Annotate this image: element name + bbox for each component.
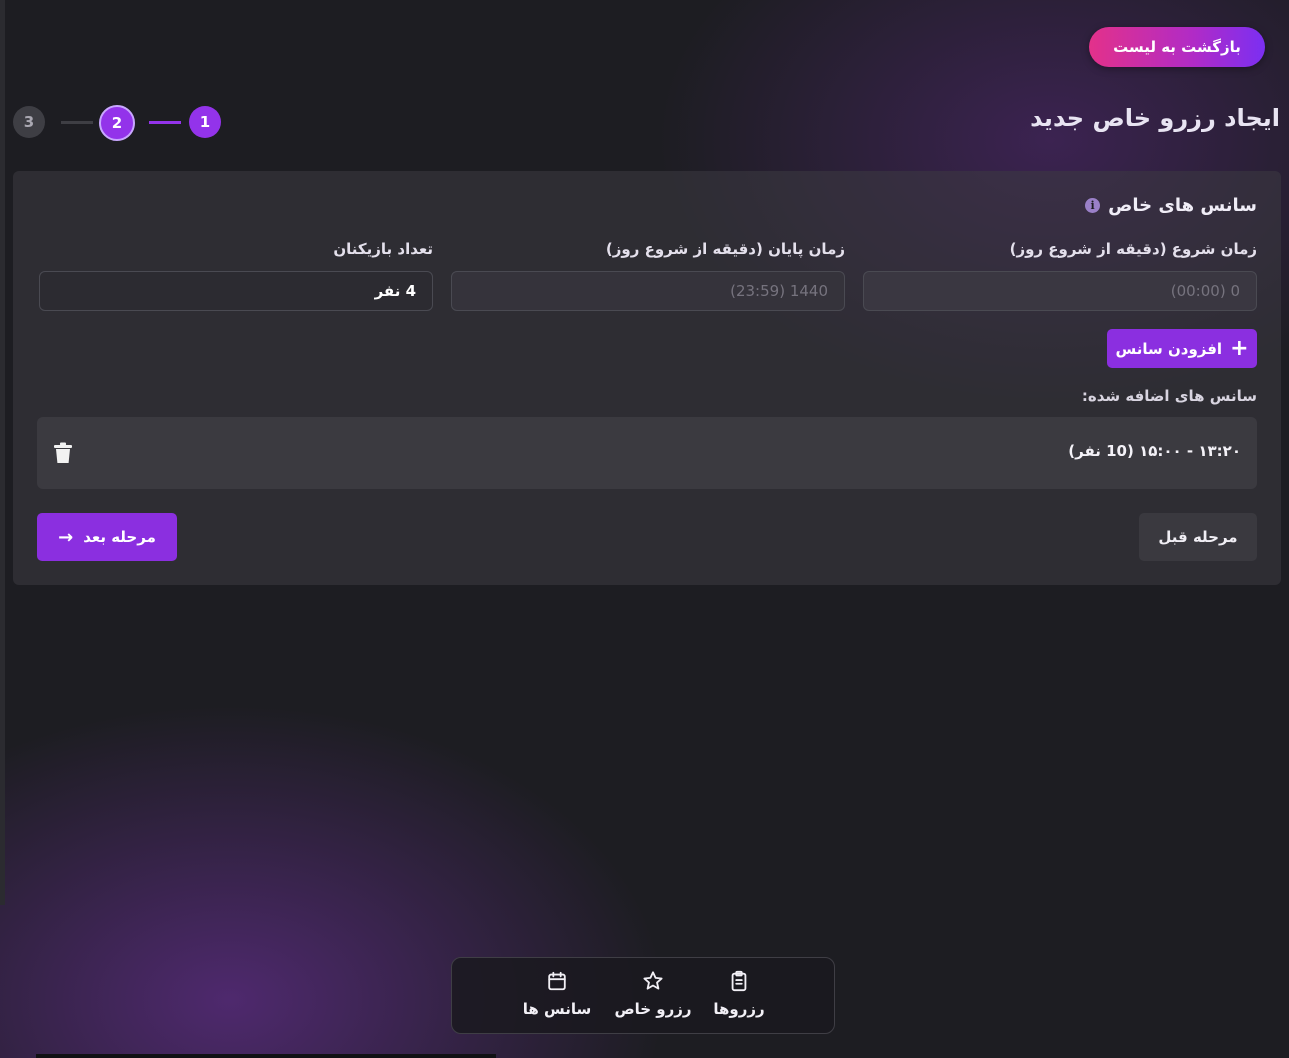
add-session-button[interactable]: + افزودن سانس <box>1107 329 1257 368</box>
players-select[interactable]: 4 نفر <box>39 271 433 311</box>
session-time-range: ۱۳:۲۰ - ۱۵:۰۰ (10 نفر) <box>1068 442 1241 460</box>
nav-item-sessions[interactable]: سانس ها <box>512 970 602 1018</box>
step-3: 3 <box>13 106 45 138</box>
next-step-button[interactable]: → مرحله بعد <box>37 513 177 561</box>
players-value: 4 نفر <box>374 282 416 300</box>
start-time-placeholder: 0 (00:00) <box>1170 282 1240 300</box>
nav-label-sessions: سانس ها <box>522 1000 592 1018</box>
page-title: ایجاد رزرو خاص جدید <box>1030 104 1280 132</box>
nav-item-reservations[interactable]: رزروها <box>694 970 784 1018</box>
end-time-label: زمان پایان (دقیقه از شروع روز) <box>605 240 845 258</box>
section-title: سانس های خاص i <box>1085 195 1257 216</box>
previous-step-button[interactable]: مرحله قبل <box>1139 513 1257 561</box>
nav-label-reservations: رزروها <box>713 1000 765 1018</box>
arrow-right-icon: → <box>58 526 74 548</box>
bottom-navigation: سانس ها رزرو خاص رزروها <box>451 957 835 1034</box>
end-time-placeholder: 1440 (23:59) <box>730 282 828 300</box>
end-time-input[interactable]: 1440 (23:59) <box>451 271 845 311</box>
star-icon <box>643 971 663 990</box>
nav-label-special: رزرو خاص <box>614 1000 692 1018</box>
bottom-edge-strip <box>36 1054 496 1058</box>
players-label: تعداد بازیکنان <box>333 240 433 258</box>
calendar-icon <box>548 971 566 991</box>
next-step-label: مرحله بعد <box>83 528 156 546</box>
info-icon[interactable]: i <box>1085 198 1101 213</box>
nav-item-special-reservation[interactable]: رزرو خاص <box>608 970 698 1018</box>
back-to-list-button[interactable]: بازگشت به لیست <box>1089 27 1265 67</box>
stepper: 3 2 1 <box>13 105 223 141</box>
start-time-label: زمان شروع (دقیقه از شروع روز) <box>1009 240 1257 258</box>
plus-icon: + <box>1230 335 1249 361</box>
section-title-text: سانس های خاص <box>1108 195 1257 216</box>
trash-icon[interactable] <box>53 442 73 464</box>
added-sessions-label: سانس های اضافه شده: <box>1081 387 1257 405</box>
clipboard-icon <box>731 970 747 992</box>
step-2-current: 2 <box>99 105 135 141</box>
step-1-completed: 1 <box>189 106 221 138</box>
start-time-input[interactable]: 0 (00:00) <box>863 271 1257 311</box>
step-connector <box>61 121 93 124</box>
left-edge-divider <box>0 0 5 905</box>
add-session-label: افزودن سانس <box>1115 339 1223 358</box>
special-sessions-card: سانس های خاص i زمان شروع (دقیقه از شروع … <box>13 171 1281 585</box>
step-connector-completed <box>149 121 181 124</box>
session-list-item: ۱۳:۲۰ - ۱۵:۰۰ (10 نفر) <box>37 417 1257 489</box>
